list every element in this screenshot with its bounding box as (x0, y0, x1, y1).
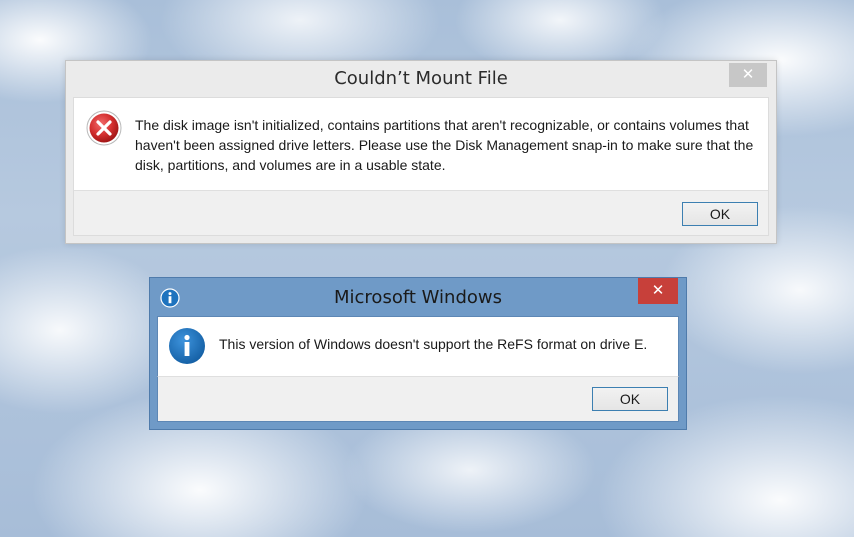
mount-error-footer: OK (73, 190, 769, 236)
refs-info-message: This version of Windows doesn't support … (219, 336, 648, 352)
close-icon: ✕ (741, 65, 755, 83)
mount-error-ok-button[interactable]: OK (682, 202, 758, 226)
mount-error-message: The disk image isn't initialized, contai… (135, 117, 754, 173)
refs-info-title: Microsoft Windows (334, 287, 502, 308)
refs-info-footer: OK (157, 376, 679, 422)
mount-error-titlebar[interactable]: Couldn’t Mount File ✕ (66, 61, 776, 97)
error-icon (86, 110, 122, 146)
mount-error-dialog: Couldn’t Mount File ✕ The disk image isn… (65, 60, 777, 244)
refs-info-dialog: Microsoft Windows ✕ This version of Wind… (149, 277, 687, 430)
mount-error-title: Couldn’t Mount File (334, 68, 508, 89)
refs-info-titlebar[interactable]: Microsoft Windows ✕ (150, 278, 686, 316)
mount-error-close-button[interactable]: ✕ (729, 63, 767, 87)
refs-info-ok-button[interactable]: OK (592, 387, 668, 411)
close-icon: ✕ (651, 281, 665, 299)
refs-info-content: This version of Windows doesn't support … (157, 316, 679, 376)
refs-info-close-button[interactable]: ✕ (638, 278, 678, 304)
info-icon (169, 328, 205, 364)
info-icon (160, 288, 180, 308)
mount-error-content: The disk image isn't initialized, contai… (73, 97, 769, 190)
